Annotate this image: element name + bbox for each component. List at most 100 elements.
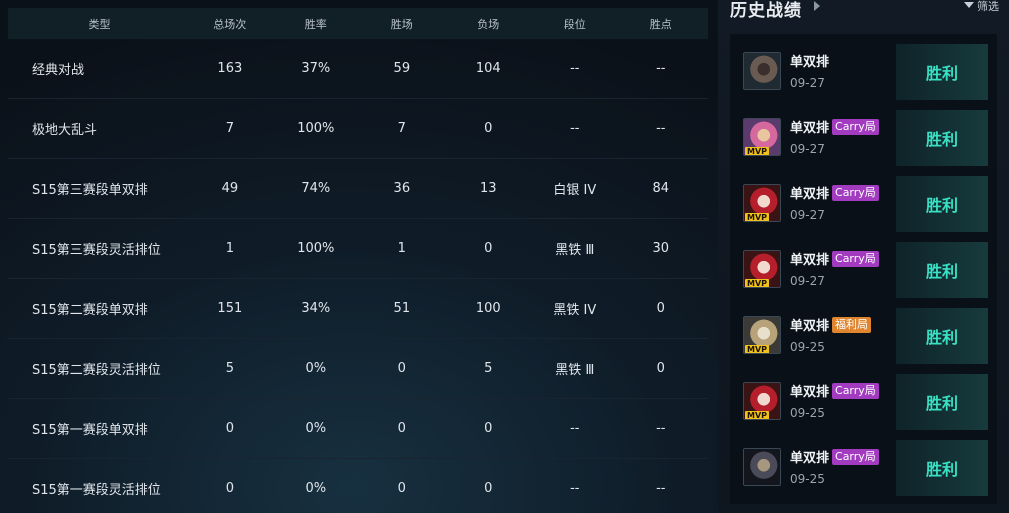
cell-wins: 0 — [397, 361, 406, 376]
table-row[interactable]: S15第三赛段单双排 49 74% 36 13 白银 IV 84 — [8, 159, 708, 219]
cell-total: 7 — [225, 121, 234, 136]
champion-portrait-red-hair-icon: MVP — [743, 184, 781, 222]
cell-total: 0 — [225, 481, 234, 496]
cell-lp: -- — [656, 421, 666, 436]
champion-portrait-armored-icon: MVP — [743, 316, 781, 354]
table-row[interactable]: 经典对战 163 37% 59 104 -- -- — [8, 39, 708, 99]
header-losses: 负场 — [477, 17, 500, 31]
header-rate: 胜率 — [304, 17, 327, 31]
match-card[interactable]: 单双排 09-27 胜利 — [743, 44, 988, 100]
cell-losses: 13 — [480, 181, 497, 196]
stats-table-header: 类型 总场次 胜率 胜场 负场 段位 胜点 — [8, 8, 708, 39]
table-row[interactable]: S15第二赛段单双排 151 34% 51 100 黑铁 IV 0 — [8, 279, 708, 339]
champion-portrait-red-hair-icon: MVP — [743, 250, 781, 288]
match-info: 单双排 Carry局 09-25 — [790, 381, 879, 430]
header-wins: 胜场 — [390, 17, 413, 31]
match-date: 09-27 — [790, 76, 825, 90]
cell-losses: 0 — [484, 121, 493, 136]
match-result: 胜利 — [896, 440, 988, 496]
match-tag: Carry局 — [832, 250, 879, 267]
cell-tier: -- — [570, 61, 580, 76]
cell-wins: 36 — [393, 181, 411, 196]
champion-portrait-dark-hair-icon — [743, 52, 781, 90]
match-card[interactable]: MVP 单双排 Carry局 09-27 胜利 — [743, 242, 988, 298]
cell-wins: 0 — [397, 421, 406, 436]
match-tag: 福利局 — [832, 316, 872, 333]
app-root: 类型 总场次 胜率 胜场 负场 段位 胜点 经典对战 163 37% 59 104 -- -… — [0, 0, 1009, 513]
match-title-line: 单双排 — [790, 51, 829, 70]
match-mode: 单双排 — [790, 319, 830, 334]
match-list: 单双排 09-27 胜利 MVP 单双排 Carry局 09-27 胜利 MVP… — [730, 34, 997, 504]
cell-type: 极地大乱斗 — [32, 123, 98, 138]
cell-lp: 0 — [656, 361, 665, 376]
cell-rate: 34% — [301, 301, 331, 316]
match-card[interactable]: MVP 单双排 福利局 09-25 胜利 — [743, 308, 988, 364]
cell-type: S15第一赛段单双排 — [32, 423, 148, 438]
cell-tier: 白银 IV — [553, 183, 597, 198]
match-mode: 单双排 — [790, 187, 830, 202]
cell-type: S15第一赛段灵活排位 — [32, 483, 161, 498]
match-info: 单双排 Carry局 09-27 — [790, 249, 879, 298]
cell-type: S15第三赛段单双排 — [32, 183, 148, 198]
cell-lp: -- — [656, 481, 666, 496]
chevron-right-icon[interactable] — [814, 1, 820, 11]
mvp-badge: MVP — [745, 345, 770, 354]
match-info: 单双排 Carry局 09-27 — [790, 183, 879, 232]
match-mode: 单双排 — [790, 55, 830, 70]
cell-rate: 0% — [305, 481, 327, 496]
filter-button[interactable]: 筛选 — [964, 0, 999, 14]
match-title-line: 单双排 福利局 — [790, 315, 872, 334]
cell-rate: 100% — [297, 121, 335, 136]
history-title: 历史战绩 — [730, 1, 802, 21]
header-lp: 胜点 — [649, 17, 672, 31]
cell-type: S15第二赛段单双排 — [32, 303, 148, 318]
table-row[interactable]: 极地大乱斗 7 100% 7 0 -- -- — [8, 99, 708, 159]
mvp-badge: MVP — [745, 411, 770, 420]
match-title-line: 单双排 Carry局 — [790, 183, 879, 202]
cell-rate: 37% — [301, 61, 331, 76]
cell-rate: 0% — [305, 361, 327, 376]
match-date: 09-27 — [790, 274, 825, 288]
cell-losses: 0 — [484, 241, 493, 256]
cell-tier: 黑铁 Ⅲ — [555, 363, 595, 378]
cell-total: 5 — [225, 361, 234, 376]
cell-lp: 0 — [656, 301, 665, 316]
match-mode: 单双排 — [790, 253, 830, 268]
cell-total: 1 — [225, 241, 234, 256]
cell-wins: 0 — [397, 481, 406, 496]
filter-label: 筛选 — [977, 0, 999, 13]
match-card[interactable]: MVP 单双排 Carry局 09-25 胜利 — [743, 374, 988, 430]
table-row[interactable]: S15第二赛段灵活排位 5 0% 0 5 黑铁 Ⅲ 0 — [8, 339, 708, 399]
cell-rate: 100% — [297, 241, 335, 256]
match-title-line: 单双排 Carry局 — [790, 249, 879, 268]
champion-portrait-pink-hair-icon: MVP — [743, 118, 781, 156]
header-total: 总场次 — [213, 17, 247, 31]
cell-wins: 59 — [393, 61, 411, 76]
cell-total: 49 — [221, 181, 239, 196]
match-title-line: 单双排 Carry局 — [790, 447, 879, 466]
cell-total: 163 — [217, 61, 243, 76]
match-card[interactable]: MVP 单双排 Carry局 09-27 胜利 — [743, 176, 988, 232]
cell-lp: 84 — [652, 181, 670, 196]
champion-portrait-dark-warrior-icon — [743, 448, 781, 486]
match-info: 单双排 Carry局 09-25 — [790, 447, 879, 496]
match-card[interactable]: 单双排 Carry局 09-25 胜利 — [743, 440, 988, 496]
match-card[interactable]: MVP 单双排 Carry局 09-27 胜利 — [743, 110, 988, 166]
champion-portrait — [744, 449, 780, 485]
match-tag: Carry局 — [832, 184, 879, 201]
match-tag: Carry局 — [832, 448, 879, 465]
table-row[interactable]: S15第一赛段灵活排位 0 0% 0 0 -- -- — [8, 459, 708, 513]
table-row[interactable]: S15第一赛段单双排 0 0% 0 0 -- -- — [8, 399, 708, 459]
match-date: 09-25 — [790, 472, 825, 486]
match-mode: 单双排 — [790, 451, 830, 466]
cell-lp: 30 — [652, 241, 670, 256]
champion-portrait-red-hair-icon: MVP — [743, 382, 781, 420]
cell-type: S15第二赛段灵活排位 — [32, 363, 161, 378]
match-title-line: 单双排 Carry局 — [790, 381, 879, 400]
cell-wins: 1 — [397, 241, 406, 256]
cell-losses: 104 — [475, 61, 501, 76]
match-title-line: 单双排 Carry局 — [790, 117, 879, 136]
match-result: 胜利 — [896, 110, 988, 166]
match-info: 单双排 09-27 — [790, 51, 829, 100]
table-row[interactable]: S15第三赛段灵活排位 1 100% 1 0 黑铁 Ⅲ 30 — [8, 219, 708, 279]
